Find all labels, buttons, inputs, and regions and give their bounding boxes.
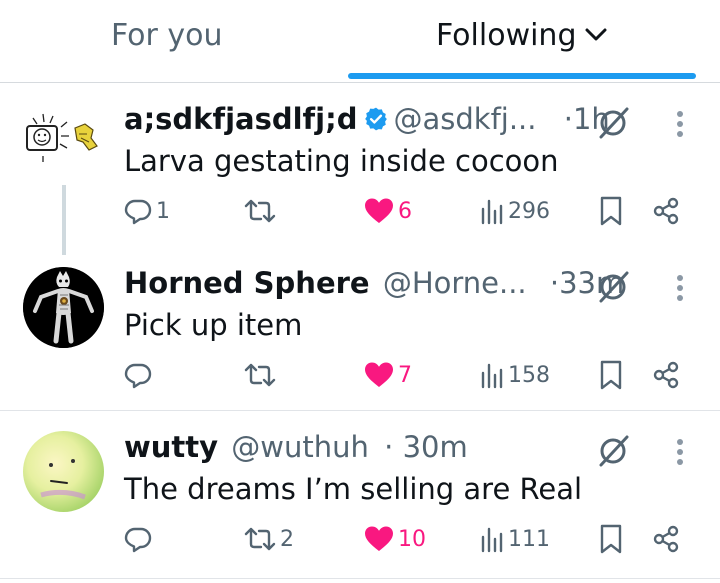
avatar[interactable]: [23, 431, 104, 512]
tweet[interactable]: Horned Sphere @Horne... ·33m Pick up ite…: [0, 264, 720, 410]
more-options-icon[interactable]: [673, 273, 687, 307]
tweet-header: wutty @wuthuh · 30m: [124, 428, 468, 466]
tweet-text: Larva gestating inside cocoon: [124, 144, 559, 178]
like-button[interactable]: 10: [364, 523, 426, 555]
separator-dot: ·: [549, 266, 560, 300]
views-button[interactable]: 111: [480, 523, 550, 555]
share-button[interactable]: [652, 195, 680, 227]
reply-icon: [124, 527, 152, 553]
tweet-text: Pick up item: [124, 308, 303, 342]
tweet-header: Horned Sphere @Horne... ·33m: [124, 264, 624, 302]
timestamp[interactable]: 30m: [403, 430, 468, 464]
tweet[interactable]: a;sdkfjasdlfj;d @asdkfj... ·1h Larva gest…: [0, 100, 720, 255]
reply-icon: [124, 199, 152, 225]
display-name[interactable]: Horned Sphere: [124, 266, 370, 300]
like-count: 6: [398, 198, 412, 224]
tweet[interactable]: wutty @wuthuh · 30m The dreams I’m selli…: [0, 428, 720, 578]
bookmark-icon: [600, 360, 622, 390]
share-icon: [653, 197, 679, 225]
reply-button[interactable]: 1: [124, 195, 170, 227]
bookmark-icon: [600, 524, 622, 554]
share-icon: [653, 361, 679, 389]
tweet-divider: [0, 578, 720, 579]
timeline-tabs: For you Following: [0, 0, 720, 83]
retweet-icon: [244, 527, 276, 551]
reply-button[interactable]: [124, 359, 156, 391]
retweet-button[interactable]: [244, 195, 280, 227]
tab-following[interactable]: Following: [436, 16, 607, 56]
views-button[interactable]: 158: [480, 359, 550, 391]
retweet-icon: [244, 199, 276, 223]
view-count: 111: [508, 526, 550, 552]
grok-icon[interactable]: [596, 270, 632, 308]
heart-filled-icon: [365, 526, 393, 551]
views-icon: [481, 199, 503, 225]
display-name[interactable]: a;sdkfjasdlfj;d: [124, 102, 357, 136]
like-button[interactable]: 7: [364, 359, 412, 391]
more-options-icon[interactable]: [673, 109, 687, 143]
grok-icon[interactable]: [596, 106, 632, 144]
view-count: 158: [508, 362, 550, 388]
bookmark-button[interactable]: [599, 359, 623, 391]
separator-dot: ·: [563, 102, 573, 136]
share-button[interactable]: [652, 523, 680, 555]
tab-for-you[interactable]: For you: [111, 16, 223, 56]
views-button[interactable]: 296: [480, 195, 550, 227]
bookmark-icon: [600, 196, 622, 226]
like-count: 10: [398, 526, 426, 552]
share-button[interactable]: [652, 359, 680, 391]
heart-filled-icon: [365, 198, 393, 223]
chevron-down-icon: [585, 28, 606, 40]
reply-count: 1: [156, 198, 170, 224]
user-handle[interactable]: @asdkfj...: [393, 102, 536, 136]
user-handle[interactable]: @wuthuh: [231, 430, 369, 464]
user-handle[interactable]: @Horne...: [383, 266, 527, 300]
tweet-divider: [0, 410, 720, 411]
retweet-button[interactable]: 2: [244, 523, 294, 555]
more-options-icon[interactable]: [673, 437, 687, 471]
avatar[interactable]: [23, 267, 104, 348]
view-count: 296: [508, 198, 550, 224]
tweet-header: a;sdkfjasdlfj;d @asdkfj... ·1h: [124, 100, 610, 138]
active-tab-indicator: [348, 73, 696, 79]
verified-badge-icon: [365, 107, 388, 131]
share-icon: [653, 525, 679, 553]
grok-icon[interactable]: [596, 434, 632, 472]
reply-icon: [124, 363, 152, 389]
views-icon: [481, 527, 503, 553]
tab-following-label: Following: [436, 18, 577, 53]
retweet-count: 2: [280, 526, 294, 552]
heart-filled-icon: [365, 362, 393, 387]
retweet-icon: [244, 363, 276, 387]
reply-button[interactable]: [124, 523, 156, 555]
display-name[interactable]: wutty: [124, 430, 218, 464]
bookmark-button[interactable]: [599, 195, 623, 227]
avatar[interactable]: [23, 100, 104, 181]
tweet-text: The dreams I’m selling are Real: [124, 472, 583, 506]
like-count: 7: [398, 362, 412, 388]
thread-line: [62, 185, 66, 255]
like-button[interactable]: 6: [364, 195, 412, 227]
views-icon: [481, 363, 503, 389]
bookmark-button[interactable]: [599, 523, 623, 555]
retweet-button[interactable]: [244, 359, 280, 391]
separator-dot: ·: [384, 430, 394, 464]
